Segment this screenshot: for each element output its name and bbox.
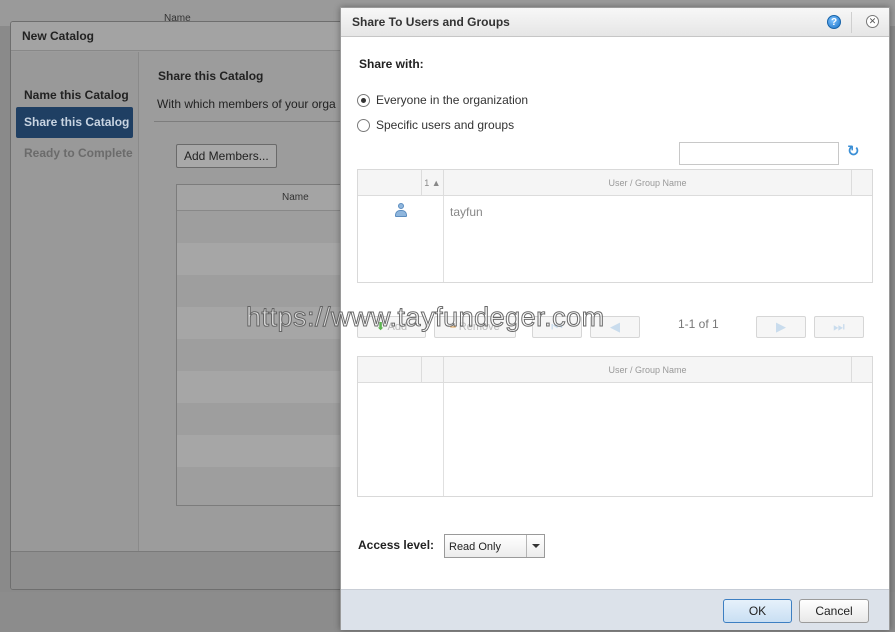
option-specific[interactable]: Specific users and groups (357, 117, 514, 133)
grid-header-name-column[interactable]: User / Group Name (444, 170, 852, 195)
grid-header-sort-column[interactable]: 1 ▲ (422, 170, 444, 195)
members-table-header-name[interactable]: Name (177, 185, 349, 211)
option-everyone[interactable]: Everyone in the organization (357, 92, 528, 108)
divider (443, 196, 444, 282)
access-level-label: Access level: (358, 538, 435, 552)
grid-header-icon-column (358, 357, 422, 382)
dialog-title: Share To Users and Groups (352, 15, 510, 29)
grid-header-sort-column[interactable] (422, 357, 444, 382)
access-level-dropdown-toggle[interactable] (526, 535, 544, 557)
dialog-title-bar[interactable]: Share To Users and Groups ? ✕ (341, 8, 889, 37)
grid-header-name-column[interactable]: User / Group Name (444, 357, 852, 382)
share-with-label: Share with: (359, 57, 424, 71)
refresh-icon[interactable]: ↻ (847, 144, 863, 160)
divider (851, 12, 852, 33)
user-name[interactable]: tayfun (450, 205, 483, 219)
available-users-grid: 1 ▲ User / Group Name tayfun (357, 169, 873, 283)
selected-users-grid: User / Group Name (357, 356, 873, 497)
members-table: Name (176, 184, 349, 506)
watermark: https://www.tayfundeger.com (246, 302, 605, 333)
table-row (177, 403, 349, 435)
specific-label[interactable]: Specific users and groups (376, 118, 514, 132)
everyone-radio[interactable] (357, 93, 370, 107)
pager-text: 1-1 of 1 (678, 317, 719, 331)
access-level-select[interactable]: Read Only (444, 534, 545, 558)
next-page-icon: ▶ (776, 319, 786, 334)
divider (154, 121, 349, 122)
wizard-description: With which members of your orga (157, 97, 336, 111)
access-level-value[interactable]: Read Only (449, 541, 501, 553)
everyone-label[interactable]: Everyone in the organization (376, 93, 528, 107)
wizard-step-share-catalog[interactable]: Share this Catalog (16, 107, 133, 138)
last-page-icon: ⏭ (833, 319, 845, 334)
grid-body (358, 383, 872, 496)
previous-page-icon: ◀ (610, 319, 620, 334)
table-row (177, 435, 349, 467)
wizard-steps: Name this Catalog Share this Catalog Rea… (11, 52, 139, 551)
wizard-title: New Catalog (11, 22, 349, 51)
divider (443, 383, 444, 496)
grid-header-icon-column (358, 170, 422, 195)
wizard-step-ready-to-complete: Ready to Complete (24, 146, 133, 160)
chevron-down-icon (532, 544, 540, 548)
grid-header: User / Group Name (358, 357, 872, 383)
wizard-heading: Share this Catalog (158, 69, 264, 83)
grid-body: tayfun (358, 196, 872, 282)
specific-radio[interactable] (357, 118, 370, 132)
wizard-footer (11, 551, 349, 589)
close-icon[interactable]: ✕ (866, 15, 879, 28)
table-row (177, 467, 349, 499)
add-members-button[interactable]: Add Members... (176, 144, 277, 168)
search-input[interactable] (679, 142, 839, 165)
grid-header: 1 ▲ User / Group Name (358, 170, 872, 196)
ok-button[interactable]: OK (723, 599, 792, 623)
table-row (177, 371, 349, 403)
user-icon (395, 203, 407, 217)
table-row (177, 339, 349, 371)
next-page-button: ▶ (756, 316, 806, 338)
last-page-button: ⏭ (814, 316, 864, 338)
table-row (177, 243, 349, 275)
help-icon[interactable]: ? (827, 15, 841, 29)
table-row (177, 211, 349, 243)
cancel-button[interactable]: Cancel (799, 599, 869, 623)
dialog-footer: OK Cancel (341, 589, 889, 630)
